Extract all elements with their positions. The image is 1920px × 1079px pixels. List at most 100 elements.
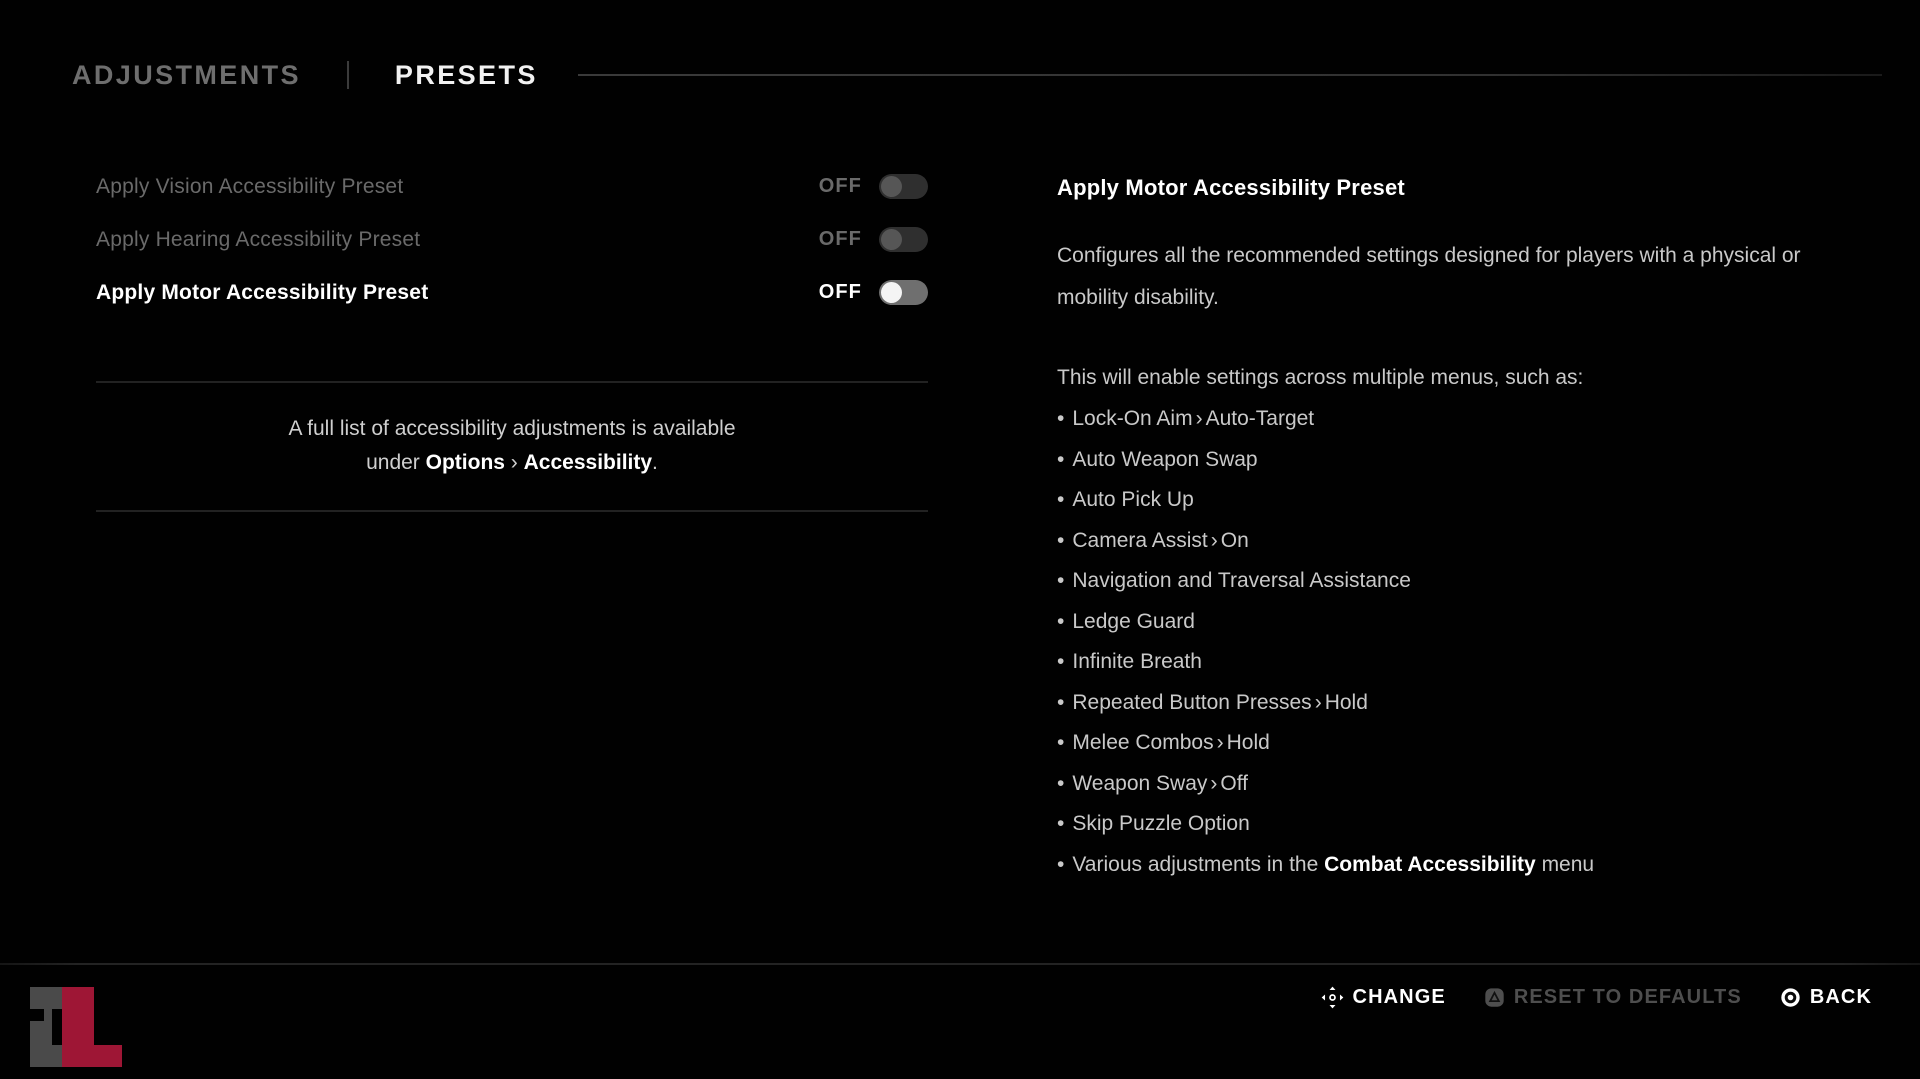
bullet-text: Melee Combos	[1072, 731, 1214, 754]
bullet-text: Auto Pick Up	[1072, 488, 1194, 511]
hint-line-1: A full list of accessibility adjustments…	[288, 417, 736, 440]
prompt-reset-to-defaults[interactable]: RESET TO DEFAULTS	[1484, 986, 1742, 1009]
bullet-dot-icon: •	[1057, 650, 1065, 673]
bullet-emphasis: Combat Accessibility	[1324, 852, 1536, 876]
setting-value: OFF	[818, 175, 862, 197]
prompt-label: RESET TO DEFAULTS	[1513, 986, 1742, 1008]
bullet-separator: ›	[1210, 528, 1218, 552]
tab-bar: ADJUSTMENTS PRESETS	[0, 52, 1920, 98]
tab-presets[interactable]: PRESETS	[395, 60, 538, 91]
setting-control: OFF	[819, 227, 928, 252]
accessibility-presets-screen: ADJUSTMENTS PRESETS Apply Vision Accessi…	[0, 0, 1920, 1079]
setting-label: Apply Hearing Accessibility Preset	[96, 227, 421, 251]
bullet-value: Auto-Target	[1205, 407, 1315, 430]
logo-l-shape	[62, 987, 122, 1067]
dpad-icon	[1321, 986, 1344, 1009]
zl-logo	[18, 983, 158, 1079]
hint-separator: ›	[504, 451, 524, 474]
triangle-button-icon	[1484, 987, 1505, 1008]
bullet-dot-icon: •	[1057, 528, 1065, 552]
tab-separator	[346, 61, 349, 89]
setting-label: Apply Vision Accessibility Preset	[96, 174, 404, 198]
toggle-knob	[881, 176, 902, 197]
toggle-switch-vision-preset[interactable]	[879, 174, 928, 199]
detail-bullet-item: • Camera Assist › On	[1057, 521, 1867, 562]
bullet-text: Skip Puzzle Option	[1072, 812, 1250, 835]
bullet-text: Various adjustments in the	[1072, 852, 1325, 876]
detail-title: Apply Motor Accessibility Preset	[1057, 175, 1405, 200]
setting-row-vision-preset[interactable]: Apply Vision Accessibility Preset OFF	[96, 160, 928, 213]
detail-bullet-item: • Auto Pick Up	[1057, 480, 1867, 521]
bullet-text: Weapon Sway	[1072, 771, 1208, 795]
setting-control: OFF	[819, 280, 928, 305]
detail-list-intro: This will enable settings across multipl…	[1057, 366, 1584, 389]
prompt-label: BACK	[1809, 986, 1872, 1008]
tab-adjustments[interactable]: ADJUSTMENTS	[72, 60, 301, 91]
bullet-text: Repeated Button Presses	[1072, 690, 1312, 714]
bullet-separator: ›	[1195, 407, 1203, 430]
hint-prefix: under	[366, 451, 426, 474]
bullet-value: Hold	[1226, 731, 1270, 754]
bullet-dot-icon: •	[1057, 690, 1065, 714]
toggle-switch-motor-preset[interactable]	[879, 280, 928, 305]
bullet-value: Off	[1220, 771, 1249, 795]
bullet-dot-icon: •	[1057, 812, 1065, 835]
detail-panel: Apply Motor Accessibility Preset Configu…	[1057, 175, 1867, 885]
bullet-dot-icon: •	[1057, 447, 1065, 471]
bullet-dot-icon: •	[1057, 771, 1065, 795]
bullet-dot-icon: •	[1057, 488, 1065, 511]
hint-menu-accessibility: Accessibility	[523, 451, 653, 474]
setting-row-motor-preset[interactable]: Apply Motor Accessibility Preset OFF	[96, 266, 928, 319]
setting-value: OFF	[818, 228, 862, 250]
bullet-text: Camera Assist	[1072, 528, 1208, 552]
bullet-dot-icon: •	[1057, 407, 1065, 430]
detail-bullet-item: • Weapon Sway › Off	[1057, 764, 1867, 805]
bullet-text: Auto Weapon Swap	[1072, 447, 1258, 471]
tab-underline-rule	[577, 74, 1882, 76]
detail-bullet-item: • Lock-On Aim › Auto-Target	[1057, 399, 1867, 440]
bullet-dot-icon: •	[1057, 852, 1065, 876]
accessibility-hint: A full list of accessibility adjustments…	[96, 383, 928, 510]
setting-control: OFF	[819, 174, 928, 199]
detail-bullet-item: • Various adjustments in the Combat Acces…	[1057, 845, 1867, 886]
prompt-back[interactable]: BACK	[1780, 986, 1872, 1009]
setting-value: OFF	[818, 281, 862, 303]
bullet-text: Navigation and Traversal Assistance	[1072, 569, 1411, 592]
toggle-switch-hearing-preset[interactable]	[879, 227, 928, 252]
bullet-text: Ledge Guard	[1072, 609, 1195, 633]
bullet-value: Hold	[1324, 690, 1368, 714]
toggle-knob	[881, 282, 902, 303]
detail-bullet-item: • Repeated Button Presses › Hold	[1057, 683, 1867, 724]
detail-bullet-item: • Auto Weapon Swap	[1057, 440, 1867, 481]
detail-paragraph: Configures all the recommended settings …	[1057, 244, 1801, 309]
hint-menu-options: Options	[425, 451, 505, 474]
detail-bullet-item: • Infinite Breath	[1057, 642, 1867, 683]
prompt-change[interactable]: CHANGE	[1321, 986, 1446, 1009]
setting-label: Apply Motor Accessibility Preset	[96, 280, 429, 304]
setting-row-hearing-preset[interactable]: Apply Hearing Accessibility Preset OFF	[96, 213, 928, 266]
bullet-separator: ›	[1216, 731, 1224, 754]
bullet-separator: ›	[1210, 771, 1218, 795]
bullet-dot-icon: •	[1057, 569, 1065, 592]
detail-bullet-item: • Navigation and Traversal Assistance	[1057, 561, 1867, 602]
bullet-text: Infinite Breath	[1072, 650, 1202, 673]
hint-suffix: .	[652, 451, 658, 474]
detail-bullet-item: • Ledge Guard	[1057, 602, 1867, 643]
divider-bottom	[96, 510, 928, 512]
toggle-knob	[881, 229, 902, 250]
bullet-value: On	[1220, 528, 1249, 552]
button-prompt-bar: CHANGE RESET TO DEFAULTS BACK	[1321, 986, 1872, 1009]
bullet-tail: menu	[1535, 852, 1595, 876]
bullet-text: Lock-On Aim	[1072, 407, 1193, 430]
circle-button-icon	[1780, 987, 1801, 1008]
detail-bullet-item: • Skip Puzzle Option	[1057, 804, 1867, 845]
detail-bullet-item: • Melee Combos › Hold	[1057, 723, 1867, 764]
bullet-dot-icon: •	[1057, 609, 1065, 633]
hint-line-2: under Options › Accessibility.	[106, 446, 918, 480]
bullet-separator: ›	[1314, 690, 1322, 714]
bottom-divider	[0, 963, 1920, 965]
bullet-dot-icon: •	[1057, 731, 1065, 754]
detail-bullet-list: • Lock-On Aim › Auto-Target • Auto Weapon Swa…	[1057, 399, 1867, 885]
presets-list: Apply Vision Accessibility Preset OFF Ap…	[96, 160, 928, 512]
